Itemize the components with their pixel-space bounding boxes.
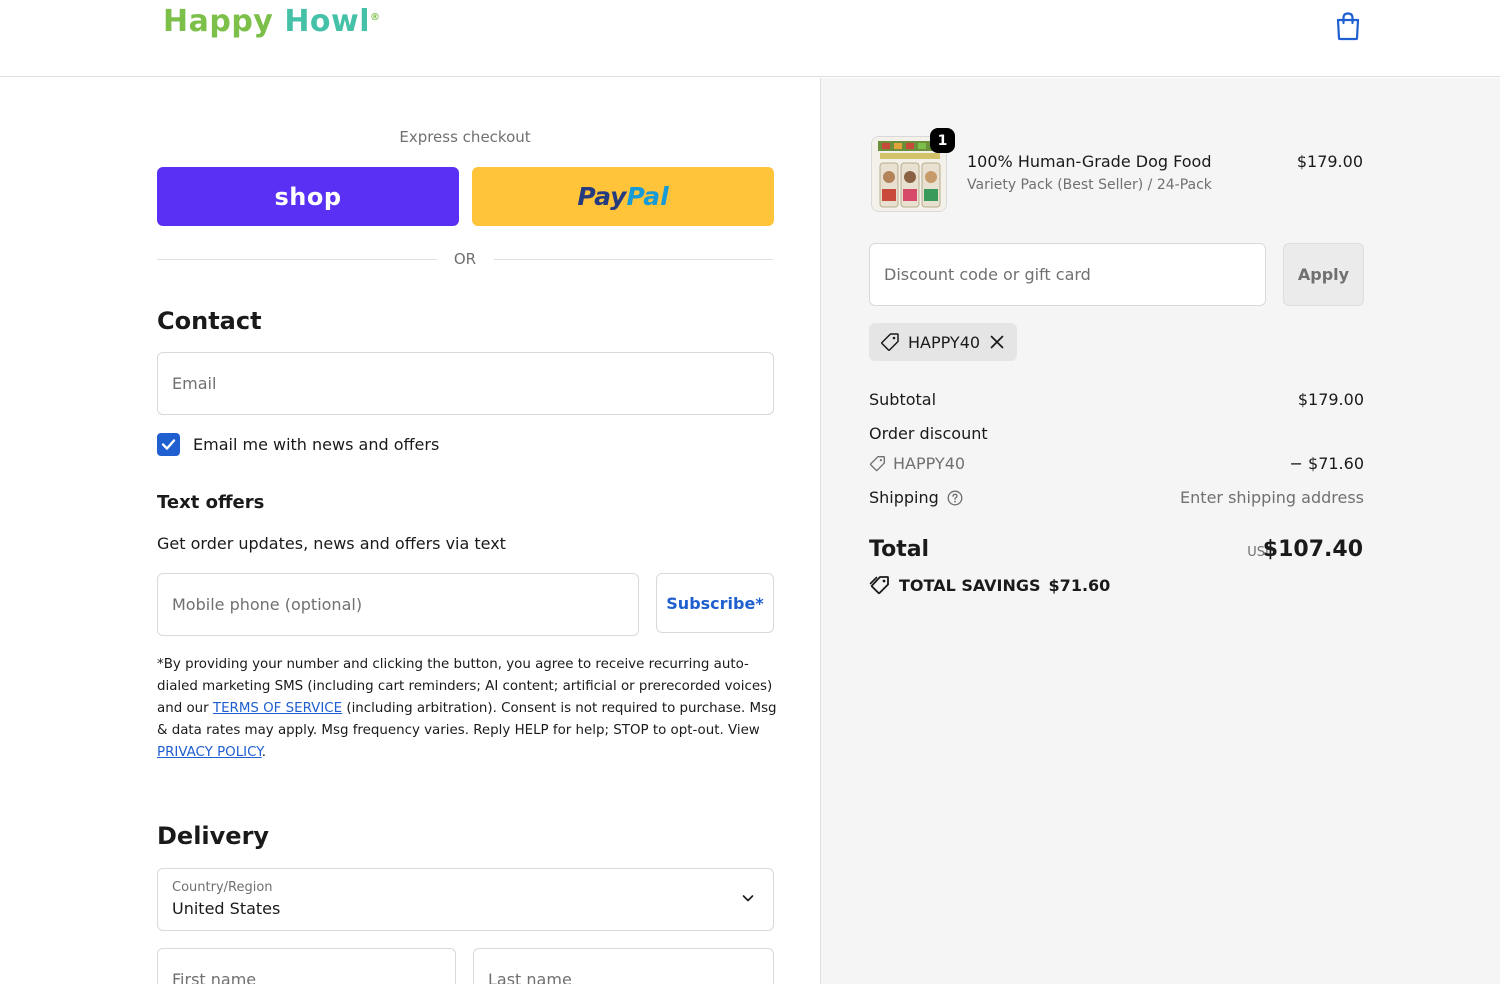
last-name-placeholder: Last name [488, 970, 572, 984]
product-name: 100% Human-Grade Dog Food [967, 152, 1212, 171]
subscribe-button[interactable]: Subscribe* [656, 573, 774, 633]
or-text: OR [453, 250, 477, 268]
contact-heading: Contact [157, 307, 262, 335]
country-label: Country/Region [172, 880, 273, 895]
tag-icon [869, 456, 885, 472]
paypal-button[interactable]: Pay Pal [472, 167, 774, 226]
discount-code-row: HAPPY40 − $71.60 [869, 454, 1364, 478]
first-name-placeholder: First name [172, 970, 257, 984]
remove-discount-icon[interactable] [988, 333, 1006, 351]
first-name-field[interactable]: First name [157, 948, 456, 984]
subtotal-value: $179.00 [1297, 390, 1364, 409]
country-select[interactable]: Country/Region United States [157, 868, 774, 931]
logo-mark: ® [370, 12, 381, 23]
newsletter-label: Email me with news and offers [193, 435, 440, 454]
sms-legal-text: *By providing your number and clicking t… [157, 654, 777, 764]
applied-code: HAPPY40 [908, 332, 981, 352]
legal-text-end: . [261, 745, 266, 760]
paypal-label-pal: Pal [626, 182, 669, 211]
shopping-bag-icon[interactable] [1334, 11, 1362, 41]
checkmark-icon [161, 439, 176, 450]
shipping-label: Shipping [869, 488, 939, 507]
email-placeholder: Email [172, 374, 217, 393]
discount-code: HAPPY40 [893, 454, 966, 473]
total-value: $107.40 [1262, 537, 1363, 562]
total-savings: TOTAL SAVINGS $71.60 [869, 575, 1110, 595]
last-name-field[interactable]: Last name [473, 948, 774, 984]
savings-label: TOTAL SAVINGS [899, 575, 1041, 595]
order-summary: 1 100% Human-Grade Dog Food Variety Pack… [820, 78, 1500, 984]
product-price: $179.00 [1296, 152, 1363, 171]
quantity-badge: 1 [930, 128, 955, 153]
chevron-down-icon [742, 895, 754, 902]
paypal-label-pay: Pay [577, 182, 627, 211]
logo-word-happy: Happy [163, 4, 274, 39]
checkout-form: Express checkout shop Pay Pal OR Contact … [0, 78, 820, 984]
phone-field[interactable]: Mobile phone (optional) [157, 573, 639, 636]
country-value: United States [172, 899, 281, 918]
order-discount-row: Order discount [869, 424, 1364, 448]
shipping-row: Shipping Enter shipping address [869, 488, 1364, 512]
apply-discount-button[interactable]: Apply [1283, 243, 1364, 306]
applied-discount-chip: HAPPY40 [869, 323, 1017, 361]
shipping-line: Shipping [869, 488, 963, 507]
discount-value: − $71.60 [1289, 454, 1364, 473]
privacy-policy-link[interactable]: PRIVACY POLICY [157, 745, 262, 760]
subtotal-label: Subtotal [869, 390, 937, 409]
subtotal-row: Subtotal $179.00 [869, 390, 1364, 414]
delivery-heading: Delivery [157, 822, 270, 850]
terms-of-service-link[interactable]: TERMS OF SERVICE [213, 701, 342, 716]
shipping-value: Enter shipping address [1180, 488, 1364, 507]
discount-code-field[interactable]: Discount code or gift card [869, 243, 1266, 306]
product-variant: Variety Pack (Best Seller) / 24-Pack [967, 177, 1212, 193]
text-offers-heading: Text offers [157, 492, 265, 513]
logo-word-howl: Howl [284, 4, 371, 39]
order-discount-label: Order discount [869, 424, 988, 443]
email-field[interactable]: Email [157, 352, 774, 415]
logo[interactable]: Happy Howl® [163, 4, 381, 39]
discount-code-line: HAPPY40 [869, 454, 965, 473]
savings-tag-icon [869, 576, 889, 595]
or-divider: OR [157, 250, 773, 270]
tag-icon [881, 333, 899, 351]
subscribe-label: Subscribe* [666, 593, 764, 613]
header: Happy Howl® [0, 0, 1500, 77]
express-checkout-label: Express checkout [399, 128, 531, 146]
apply-label: Apply [1297, 265, 1350, 284]
text-offers-description: Get order updates, news and offers via t… [157, 534, 506, 553]
newsletter-checkbox[interactable] [157, 433, 180, 456]
savings-value: $71.60 [1048, 575, 1111, 595]
discount-placeholder: Discount code or gift card [884, 265, 1091, 284]
phone-placeholder: Mobile phone (optional) [172, 595, 363, 614]
shop-pay-button[interactable]: shop [157, 167, 459, 226]
total-label: Total [869, 537, 930, 562]
shop-pay-label: shop [274, 182, 342, 211]
help-icon[interactable] [947, 490, 963, 506]
